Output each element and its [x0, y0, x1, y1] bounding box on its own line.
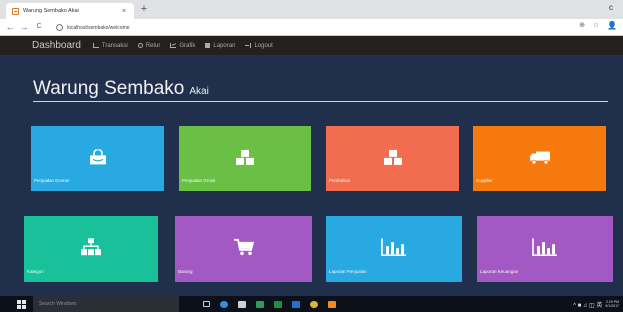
clock-date: 5/1/2017 — [605, 304, 619, 308]
reload-button[interactable]: C — [33, 21, 45, 33]
menu-item-label: Transaksi — [101, 42, 128, 49]
menu-item-retur[interactable]: Retur — [137, 42, 161, 49]
tray-icons[interactable]: ^ ■ ♫ ◫ 英 — [573, 300, 602, 309]
chrome-icon[interactable] — [307, 296, 321, 312]
shopping-bag-icon — [89, 148, 106, 164]
tile-supplier[interactable]: Supplier — [473, 126, 606, 191]
tile-pembelian[interactable]: Pembelian — [326, 126, 459, 191]
windows-taskbar: Search Windows ^ ■ ♫ ◫ 英 2:29 PM 5/1/201… — [0, 296, 623, 312]
page-title: Warung Sembako Akai — [33, 78, 608, 102]
tile-label: Barang — [178, 269, 193, 274]
cubes-icon — [383, 149, 402, 165]
truck-icon — [529, 151, 550, 165]
excel-icon[interactable] — [271, 296, 285, 312]
cart-icon — [233, 238, 254, 256]
tile-label: Penjualan Grosir — [182, 178, 216, 183]
tile-label: Laporan Keuangan — [480, 269, 519, 274]
browser-tab[interactable]: Warung Sembako Akai × — [6, 3, 134, 19]
menu-item-label: Grafik — [179, 42, 196, 49]
clock[interactable]: 2:29 PM 5/1/2017 — [605, 300, 619, 308]
account-icon[interactable]: 👤 — [607, 21, 617, 30]
bar-chart-icon — [532, 238, 557, 256]
edge-browser-icon[interactable] — [217, 296, 231, 312]
tile-laporan-penjualan[interactable]: Laporan Penjualan — [326, 216, 462, 282]
tile-penjualan-grosir[interactable]: Penjualan Grosir — [179, 126, 311, 191]
tile-penjualan-eceran[interactable]: Penjualan Eceran — [31, 126, 164, 191]
taskbar-search-box[interactable]: Search Windows — [33, 296, 179, 312]
bookmark-star-icon[interactable]: ☆ — [593, 21, 599, 29]
window-control-button[interactable]: c — [609, 3, 613, 12]
dashboard-link[interactable]: Dashboard — [32, 40, 81, 51]
book-icon — [205, 43, 211, 48]
menu-item-logout[interactable]: Logout — [245, 42, 273, 49]
screen: { "browser": { "tab_title": "Warung Semb… — [0, 0, 623, 312]
tile-label: Supplier — [476, 178, 493, 183]
word-icon[interactable] — [289, 296, 303, 312]
cart-icon — [92, 43, 99, 48]
favicon-icon — [12, 7, 19, 15]
url-text: localhost/sembako/welcome — [67, 24, 130, 31]
browser-tab-strip: Warung Sembako Akai × + c — [0, 0, 623, 19]
tile-label: Pembelian — [329, 178, 351, 183]
tab-title: Warung Sembako Akai — [23, 8, 79, 14]
menu-item-laporan[interactable]: Laporan — [205, 43, 235, 49]
menu-item-label: Laporan — [213, 42, 236, 49]
page-title-sub: Akai — [189, 86, 209, 97]
browser-toolbar: ← → C localhost/sembako/welcome ⊕ ☆ 👤 — [0, 19, 623, 36]
sublime-icon[interactable] — [325, 296, 339, 312]
sitemap-icon — [81, 238, 101, 256]
cubes-icon — [236, 149, 254, 165]
logout-icon — [245, 43, 252, 48]
refresh-icon — [137, 43, 143, 48]
info-icon[interactable] — [56, 24, 63, 31]
forward-button[interactable]: → — [18, 21, 30, 33]
tile-kategori[interactable]: Kategori — [24, 216, 158, 282]
address-bar[interactable]: localhost/sembako/welcome — [56, 22, 561, 33]
tile-label: Laporan Penjualan — [329, 269, 367, 274]
tile-label: Kategori — [27, 269, 44, 274]
page-title-main: Warung Sembako — [33, 78, 185, 99]
task-view-icon[interactable] — [199, 296, 213, 312]
line-chart-icon — [170, 43, 177, 48]
menu-item-grafik[interactable]: Grafik — [170, 43, 195, 49]
tile-laporan-keuangan[interactable]: Laporan Keuangan — [477, 216, 613, 282]
tab-close-button[interactable]: × — [120, 8, 128, 15]
tile-barang[interactable]: Barang — [175, 216, 312, 282]
bar-chart-icon — [381, 238, 406, 256]
back-button[interactable]: ← — [4, 21, 16, 33]
system-tray: ^ ■ ♫ ◫ 英 2:29 PM 5/1/2017 — [573, 296, 619, 312]
windows-start-button[interactable] — [14, 297, 28, 311]
menu-item-label: Retur — [145, 42, 161, 49]
new-tab-button[interactable]: + — [138, 2, 150, 16]
app-menu-bar: Dashboard Transaksi Retur Grafik Laporan… — [0, 36, 623, 55]
tile-label: Penjualan Eceran — [34, 178, 70, 183]
menu-item-label: Logout — [254, 42, 273, 49]
zoom-icon[interactable]: ⊕ — [579, 21, 585, 29]
file-explorer-icon[interactable] — [253, 296, 267, 312]
calculator-icon[interactable] — [235, 296, 249, 312]
menu-item-transaksi[interactable]: Transaksi — [92, 42, 128, 49]
